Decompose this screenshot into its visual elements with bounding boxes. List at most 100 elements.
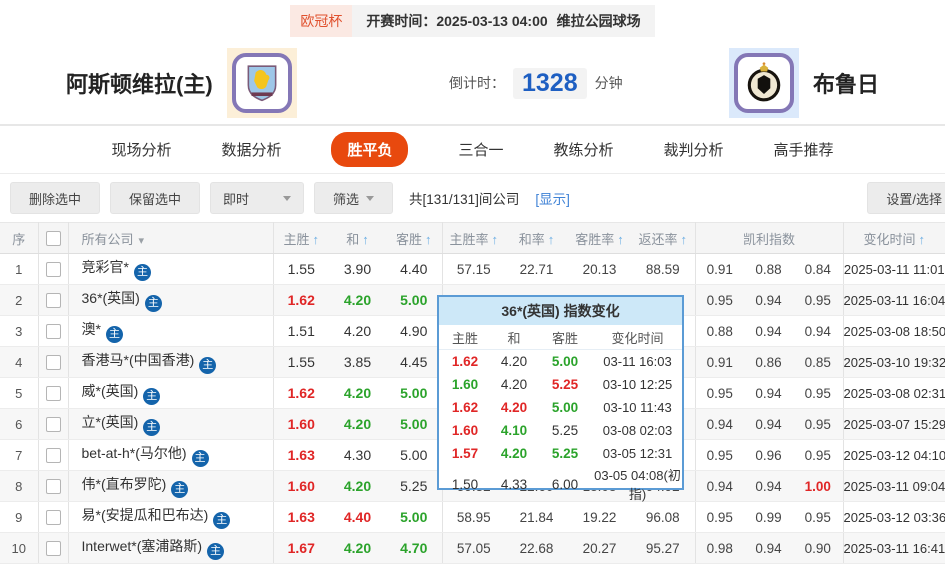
- table-header-row: 序 所有公司 ▾ 主胜 ↑ 和 ↑ 客胜 ↑ 主胜率 ↑ 和率 ↑ 客胜率 ↑ 返还率 ↑ 凯利…: [0, 222, 945, 254]
- row-number: 9: [0, 501, 39, 533]
- kelly-cell: 0.94: [744, 470, 793, 502]
- sort-asc-icon: ↑: [425, 231, 432, 247]
- header-change-time[interactable]: 变化时间 ↑: [843, 222, 945, 254]
- popup-header-draw: 和: [507, 330, 521, 346]
- company-name: 伟*(直布罗陀): [81, 476, 167, 492]
- odds-time-select-value: 即时: [223, 191, 250, 207]
- rate-cell: 57.15: [442, 253, 505, 285]
- settings-select-button[interactable]: 设置/选择: [867, 182, 945, 214]
- kickoff-label: 开赛时间：2025-03-13 04:00: [366, 13, 548, 29]
- header-away-odds[interactable]: 客胜 ↑: [386, 222, 443, 254]
- kelly-cell: 0.94: [695, 408, 744, 440]
- header-home-rate[interactable]: 主胜率 ↑: [442, 222, 505, 254]
- match-info-bar: 欧冠杯 开赛时间：2025-03-13 04:00 维拉公园球场: [0, 0, 945, 42]
- select-all-checkbox[interactable]: [45, 231, 61, 247]
- rate-cell: 20.13: [568, 253, 631, 285]
- chevron-down-icon: ▾: [138, 234, 145, 247]
- row-checkbox[interactable]: [45, 292, 61, 308]
- home-team: 阿斯顿维拉(主): [66, 48, 297, 118]
- tab-item[interactable]: 高手推荐: [774, 139, 834, 160]
- company-count-text: 共[131/131]间公司: [409, 192, 520, 207]
- kelly-cell: 0.95: [793, 408, 844, 440]
- row-checkbox-cell: [38, 501, 69, 533]
- row-checkbox[interactable]: [45, 385, 61, 401]
- kelly-cell: 0.94: [744, 284, 793, 316]
- odds-cell: 1.51: [273, 315, 329, 347]
- header-draw-rate[interactable]: 和率 ↑: [505, 222, 568, 254]
- kelly-cell: 0.95: [695, 377, 744, 409]
- header-draw-odds[interactable]: 和 ↑: [329, 222, 386, 254]
- away-team-logo-icon: [728, 48, 799, 118]
- odds-cell: 4.20: [329, 532, 386, 564]
- odds-cell: 4.20: [329, 284, 386, 316]
- header-checkbox-cell: [38, 222, 69, 254]
- filter-dropdown-button[interactable]: 筛选: [314, 182, 394, 214]
- league-badge: 欧冠杯: [290, 5, 353, 37]
- company-cell[interactable]: 澳* 主: [68, 315, 274, 347]
- row-checkbox-cell: [38, 408, 69, 440]
- sort-asc-icon: ↑: [362, 231, 369, 247]
- tab-item[interactable]: 教练分析: [554, 139, 614, 160]
- change-time-cell: 2025-03-08 18:50: [843, 315, 945, 347]
- row-checkbox[interactable]: [45, 354, 61, 370]
- kickoff-info: 开赛时间：2025-03-13 04:00 维拉公园球场: [352, 5, 655, 37]
- sort-asc-icon: ↑: [547, 231, 555, 247]
- header-away-rate[interactable]: 客胜率 ↑: [568, 222, 631, 254]
- away-team-name: 布鲁日: [812, 72, 879, 97]
- company-cell[interactable]: 伟*(直布罗陀) 主: [68, 470, 274, 502]
- popup-change-time: 03-10 11:43: [603, 400, 672, 415]
- row-number: 4: [0, 346, 39, 378]
- kelly-cell: 0.99: [744, 501, 793, 533]
- row-checkbox[interactable]: [45, 478, 61, 494]
- row-checkbox[interactable]: [45, 323, 61, 339]
- tab-item[interactable]: 数据分析: [221, 139, 281, 160]
- row-checkbox[interactable]: [45, 261, 61, 277]
- tab-active[interactable]: 胜平负: [331, 132, 409, 167]
- rate-cell: 95.27: [631, 532, 696, 564]
- tab-item[interactable]: 裁判分析: [664, 139, 724, 160]
- rate-cell: 22.71: [505, 253, 568, 285]
- odds-time-select[interactable]: 即时: [210, 182, 305, 214]
- popup-change-time: 03-11 16:03: [603, 354, 672, 369]
- popup-home-odds: 1.60: [451, 377, 479, 392]
- header-return-rate[interactable]: 返还率 ↑: [631, 222, 696, 254]
- popup-draw-odds: 4.20: [500, 446, 528, 461]
- kelly-cell: 0.95: [695, 439, 744, 471]
- odds-cell: 5.00: [386, 439, 443, 471]
- popup-change-time: 03-05 04:08(初指): [594, 468, 681, 502]
- odds-cell: 5.00: [386, 408, 443, 440]
- company-cell[interactable]: 香港马*(中国香港) 主: [68, 346, 274, 378]
- header-company[interactable]: 所有公司 ▾: [68, 222, 274, 254]
- kelly-cell: 0.96: [744, 439, 793, 471]
- popup-home-odds: 1.57: [451, 446, 479, 461]
- tab-item[interactable]: 三合一: [458, 139, 503, 160]
- company-cell[interactable]: Interwet*(塞浦路斯) 主: [68, 532, 274, 564]
- popup-away-odds: 5.25: [551, 423, 579, 438]
- row-number: 8: [0, 470, 39, 502]
- rate-cell: 21.84: [505, 501, 568, 533]
- popup-draw-odds: 4.20: [500, 377, 528, 392]
- row-checkbox[interactable]: [45, 416, 61, 432]
- kelly-cell: 0.94: [793, 315, 844, 347]
- keep-selected-button[interactable]: 保留选中: [110, 182, 201, 214]
- tab-item[interactable]: 现场分析: [111, 139, 171, 160]
- popup-row: 1.62 4.20 5.00 03-11 16:03: [439, 350, 682, 373]
- filter-label: 筛选: [333, 191, 360, 207]
- odds-cell: 5.00: [386, 501, 443, 533]
- home-badge-icon: 主: [143, 419, 161, 436]
- company-cell[interactable]: 威*(英国) 主: [68, 377, 274, 409]
- company-cell[interactable]: 竞彩官* 主: [68, 253, 274, 285]
- table-toolbar: 删除选中 保留选中 即时 筛选 共[131/131]间公司 [显示] 设置/选择: [0, 174, 945, 222]
- row-checkbox[interactable]: [45, 509, 61, 525]
- company-cell[interactable]: 易*(安提瓜和巴布达) 主: [68, 501, 274, 533]
- company-cell[interactable]: 立*(英国) 主: [68, 408, 274, 440]
- row-checkbox[interactable]: [45, 447, 61, 463]
- company-cell[interactable]: 36*(英国) 主: [68, 284, 274, 316]
- company-cell[interactable]: bet-at-h*(马尔他) 主: [68, 439, 274, 471]
- kelly-cell: 0.95: [695, 284, 744, 316]
- row-checkbox[interactable]: [45, 540, 61, 556]
- delete-selected-button[interactable]: 删除选中: [10, 182, 101, 214]
- header-home-odds[interactable]: 主胜 ↑: [273, 222, 329, 254]
- show-hidden-link[interactable]: [显示]: [535, 188, 570, 208]
- company-name: 36*(英国): [81, 290, 140, 306]
